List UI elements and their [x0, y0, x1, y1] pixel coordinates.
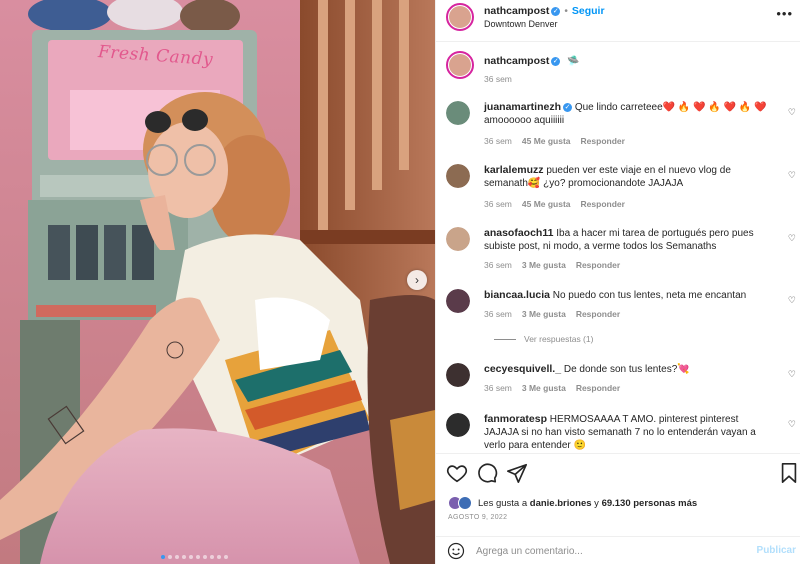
emoji-icon[interactable]: [447, 542, 465, 560]
commenter-username[interactable]: anasofaoch11: [484, 227, 553, 239]
commenter-avatar[interactable]: [446, 227, 470, 251]
replies-line: [494, 338, 516, 340]
post-details-panel: nathcampost ✓ • Seguir Downtown Denver ••• …: [435, 0, 800, 564]
carousel-dot: [182, 555, 186, 559]
carousel-dot: [217, 555, 221, 559]
comment-item: cecyesquivell._ De donde son tus lentes?…: [446, 363, 800, 403]
commenter-username[interactable]: cecyesquivell._: [484, 363, 561, 375]
reply-button[interactable]: Responder: [581, 136, 625, 146]
comment-like-icon[interactable]: ♡: [788, 369, 796, 380]
author-avatar[interactable]: [446, 3, 474, 31]
liker-avatar: [458, 496, 472, 510]
reply-button[interactable]: Responder: [576, 383, 620, 393]
reply-button[interactable]: Responder: [576, 309, 620, 319]
comment-item: juanamartinezh ✓ Que lindo carreteee❤️ 🔥 …: [446, 101, 800, 151]
caption-username[interactable]: nathcampost: [484, 55, 549, 67]
comment-time: 36 sem: [484, 199, 512, 209]
publish-button[interactable]: Publicar: [757, 545, 796, 556]
carousel-dot: [161, 555, 165, 559]
comment-likes[interactable]: 45 Me gusta: [522, 136, 571, 146]
comments-list[interactable]: nathcampost ✓ 🛸 36 sem juanamartinezh ✓ Qu…: [436, 43, 800, 453]
comment-item: anasofaoch11 Iba a hacer mi tarea de por…: [446, 227, 800, 277]
comment-text: No puedo con tus lentes, neta me encanta…: [552, 290, 747, 301]
view-replies-button[interactable]: Ver respuestas (1): [494, 334, 593, 344]
commenter-username[interactable]: karlalemuzz: [484, 164, 544, 176]
comment-input[interactable]: [476, 543, 746, 559]
comment-like-icon[interactable]: ♡: [788, 419, 796, 430]
commenter-username[interactable]: biancaa.lucia: [484, 289, 550, 301]
commenter-avatar[interactable]: [446, 289, 470, 313]
post-header: nathcampost ✓ • Seguir Downtown Denver •••: [436, 0, 800, 42]
add-comment-bar: Publicar: [436, 536, 800, 564]
comment-likes[interactable]: 3 Me gusta: [522, 383, 566, 393]
caption-time: 36 sem: [484, 74, 512, 84]
post-photo[interactable]: Fresh Candy ›: [0, 0, 435, 564]
next-photo-button[interactable]: ›: [407, 270, 427, 290]
carousel-dot: [210, 555, 214, 559]
reply-button[interactable]: Responder: [581, 199, 625, 209]
comment-like-icon[interactable]: ♡: [788, 107, 796, 118]
comment-like-icon[interactable]: ♡: [788, 233, 796, 244]
carousel-dot: [168, 555, 172, 559]
caption-avatar[interactable]: [446, 51, 474, 79]
comment-time: 36 sem: [484, 383, 512, 393]
carousel-dot: [203, 555, 207, 559]
verified-badge-icon: ✓: [551, 7, 561, 16]
carousel-dot: [175, 555, 179, 559]
likes-first-user[interactable]: danie.briones: [530, 498, 592, 509]
comment-icon[interactable]: [476, 462, 498, 484]
share-icon[interactable]: [506, 462, 528, 484]
comment-time: 36 sem: [484, 309, 512, 319]
comment-like-icon[interactable]: ♡: [788, 170, 796, 181]
heart-icon[interactable]: [446, 462, 468, 484]
comment-likes[interactable]: 45 Me gusta: [522, 199, 571, 209]
carousel-indicator: [161, 555, 228, 559]
comment-text: De donde son tus lentes?💘: [563, 364, 690, 375]
photo-illustration: [0, 0, 435, 564]
likes-others[interactable]: 69.130 personas más: [602, 498, 698, 509]
post-location[interactable]: Downtown Denver: [484, 19, 558, 29]
likes-summary[interactable]: Les gusta a danie.briones y 69.130 perso…: [448, 496, 697, 510]
commenter-avatar[interactable]: [446, 101, 470, 125]
view-replies-label: Ver respuestas (1): [524, 334, 594, 344]
comment-time: 36 sem: [484, 136, 512, 146]
carousel-dot: [196, 555, 200, 559]
carousel-dot: [189, 555, 193, 559]
follow-button[interactable]: Seguir: [572, 5, 605, 17]
comment-likes[interactable]: 3 Me gusta: [522, 309, 566, 319]
header-separator: •: [564, 6, 568, 17]
likes-conjunction: y: [594, 497, 599, 509]
comment-likes[interactable]: 3 Me gusta: [522, 260, 566, 270]
commenter-username[interactable]: juanamartinezh: [484, 101, 561, 113]
likes-prefix: Les gusta a: [478, 497, 528, 509]
reply-button[interactable]: Responder: [576, 260, 620, 270]
commenter-avatar[interactable]: [446, 363, 470, 387]
verified-badge-icon: ✓: [551, 57, 561, 66]
bookmark-icon[interactable]: [778, 462, 800, 484]
more-options-icon[interactable]: •••: [776, 6, 793, 21]
commenter-username[interactable]: fanmoratesp: [484, 413, 547, 425]
chevron-right-icon: ›: [415, 273, 419, 287]
comment-time: 36 sem: [484, 260, 512, 270]
verified-badge-icon: ✓: [563, 103, 573, 112]
commenter-avatar[interactable]: [446, 413, 470, 437]
carousel-dot: [224, 555, 228, 559]
caption-text: 🛸: [567, 56, 580, 67]
author-username[interactable]: nathcampost: [484, 5, 549, 17]
comment-like-icon[interactable]: ♡: [788, 295, 796, 306]
comment-item: fanmoratesp HERMOSAAAA T AMO. pinterest …: [446, 413, 800, 453]
comment-item: biancaa.lucia No puedo con tus lentes, n…: [446, 289, 800, 349]
comment-item: karlalemuzz pueden ver este viaje en el …: [446, 164, 800, 214]
post-date: AGOSTO 9, 2022: [448, 514, 508, 521]
post-actions: Les gusta a danie.briones y 69.130 perso…: [436, 453, 800, 543]
commenter-avatar[interactable]: [446, 164, 470, 188]
